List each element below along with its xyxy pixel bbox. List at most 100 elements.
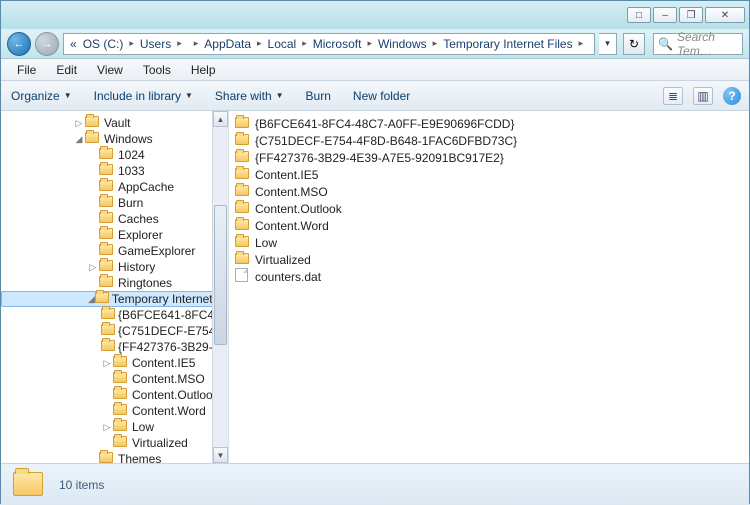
file-name: {FF427376-3B29-4E39-A7E5-92091BC917E2} <box>255 151 504 165</box>
tree-item[interactable]: ◢Temporary Internet Files <box>1 291 228 307</box>
views-button[interactable]: ≣ <box>663 87 683 105</box>
help-button[interactable]: ? <box>723 87 741 105</box>
tree-item[interactable]: ▷Vault <box>1 115 228 131</box>
address-bar[interactable]: « OS (C:)▸ Users▸ ▸ AppData▸ Local▸ Micr… <box>63 33 595 55</box>
file-icon <box>235 268 251 285</box>
file-item[interactable]: Content.Word <box>235 217 743 234</box>
tree-item[interactable]: {C751DECF-E754-4F8D- <box>1 323 228 339</box>
tree-item[interactable]: GameExplorer <box>1 243 228 259</box>
breadcrumb[interactable]: Local <box>266 37 299 51</box>
folder-icon <box>99 276 115 290</box>
command-bar: Organize▼ Include in library▼ Share with… <box>1 81 749 111</box>
preview-pane-button[interactable]: ▥ <box>693 87 713 105</box>
include-library-button[interactable]: Include in library▼ <box>92 85 195 107</box>
refresh-button[interactable]: ↻ <box>623 33 645 55</box>
breadcrumb[interactable]: Temporary Internet Files <box>441 37 574 51</box>
breadcrumb[interactable]: Microsoft <box>311 37 364 51</box>
tree-item[interactable]: ◢ Windows <box>1 131 228 147</box>
tree-item[interactable]: 1033 <box>1 163 228 179</box>
menu-view[interactable]: View <box>87 60 133 80</box>
breadcrumb[interactable]: AppData <box>202 37 253 51</box>
tree-item[interactable]: Content.Outlook <box>1 387 228 403</box>
new-folder-button[interactable]: New folder <box>351 85 412 107</box>
forward-button[interactable]: → <box>35 32 59 56</box>
file-item[interactable]: Content.IE5 <box>235 166 743 183</box>
tree-item[interactable]: Caches <box>1 211 228 227</box>
tree-item[interactable]: Content.Word <box>1 403 228 419</box>
breadcrumb-chevron[interactable]: « <box>68 37 79 51</box>
tree-item[interactable]: AppCache <box>1 179 228 195</box>
tree-item[interactable]: Ringtones <box>1 275 228 291</box>
tree-item[interactable]: ▷Low <box>1 419 228 435</box>
expand-icon[interactable]: ◢ <box>88 294 95 305</box>
search-icon: 🔍 <box>658 37 673 51</box>
scroll-down-button[interactable]: ▼ <box>213 447 228 463</box>
minimize-other-button[interactable]: □ <box>627 7 651 23</box>
nav-bar: ← → « OS (C:)▸ Users▸ ▸ AppData▸ Local▸ … <box>1 29 749 59</box>
navigation-tree[interactable]: ▷Vault ◢ Windows 10241033AppCache BurnCaches… <box>1 111 229 463</box>
folder-icon <box>99 452 115 463</box>
tree-item[interactable]: Burn <box>1 195 228 211</box>
tree-item-label: 1024 <box>118 148 145 162</box>
folder-icon <box>113 388 129 402</box>
tree-item[interactable]: 1024 <box>1 147 228 163</box>
breadcrumb[interactable]: Users <box>138 37 173 51</box>
tree-item[interactable]: Content.MSO <box>1 371 228 387</box>
tree-item-label: Burn <box>118 196 143 210</box>
chevron-right-icon: ▸ <box>577 38 586 49</box>
tree-item-label: Ringtones <box>118 276 172 290</box>
menu-file[interactable]: File <box>7 60 46 80</box>
folder-icon <box>99 260 115 274</box>
menu-tools[interactable]: Tools <box>133 60 181 80</box>
file-item[interactable]: counters.dat <box>235 268 743 285</box>
minimize-button[interactable]: – <box>653 7 677 23</box>
file-name: Content.IE5 <box>255 168 318 182</box>
expand-icon[interactable]: ▷ <box>73 118 85 129</box>
tree-item-label: Windows <box>104 132 153 146</box>
chevron-right-icon: ▸ <box>300 38 309 49</box>
breadcrumb[interactable]: Windows <box>376 37 429 51</box>
address-dropdown[interactable]: ▾ <box>599 33 617 55</box>
scroll-thumb[interactable] <box>214 205 227 345</box>
tree-item[interactable]: Virtualized <box>1 435 228 451</box>
breadcrumb[interactable]: OS (C:) <box>81 37 126 51</box>
folder-icon <box>235 236 251 250</box>
tree-item[interactable]: Explorer <box>1 227 228 243</box>
expand-icon[interactable]: ◢ <box>73 134 85 145</box>
file-item[interactable]: Virtualized <box>235 251 743 268</box>
tree-item[interactable]: ▷History <box>1 259 228 275</box>
tree-item[interactable]: Themes <box>1 451 228 463</box>
menu-help[interactable]: Help <box>181 60 226 80</box>
folder-icon <box>235 202 251 216</box>
details-pane: 10 items <box>1 463 749 505</box>
file-item[interactable]: Content.Outlook <box>235 200 743 217</box>
close-button[interactable]: ✕ <box>705 7 745 23</box>
tree-item-label: AppCache <box>118 180 174 194</box>
expand-icon[interactable]: ▷ <box>101 422 113 433</box>
file-item[interactable]: {FF427376-3B29-4E39-A7E5-92091BC917E2} <box>235 149 743 166</box>
maximize-button[interactable]: ❐ <box>679 7 703 23</box>
scroll-up-button[interactable]: ▲ <box>213 111 228 127</box>
file-item[interactable]: Content.MSO <box>235 183 743 200</box>
tree-scrollbar[interactable]: ▲ ▼ <box>212 111 228 463</box>
file-name: Content.Word <box>255 219 329 233</box>
file-list[interactable]: {B6FCE641-8FC4-48C7-A0FF-E9E90696FCDD}{C… <box>229 111 749 463</box>
organize-button[interactable]: Organize▼ <box>9 85 74 107</box>
expand-icon[interactable]: ▷ <box>101 358 113 369</box>
tree-item-label: Content.IE5 <box>132 356 195 370</box>
folder-icon <box>235 185 251 199</box>
tree-item[interactable]: {B6FCE641-8FC4-48C7-A <box>1 307 228 323</box>
file-item[interactable]: Low <box>235 234 743 251</box>
share-with-button[interactable]: Share with▼ <box>213 85 286 107</box>
folder-icon <box>99 228 115 242</box>
menu-edit[interactable]: Edit <box>46 60 87 80</box>
tree-item[interactable]: {FF427376-3B29-4E39-A <box>1 339 228 355</box>
folder-icon <box>113 356 129 370</box>
file-item[interactable]: {C751DECF-E754-4F8D-B648-1FAC6DFBD73C} <box>235 132 743 149</box>
search-input[interactable]: 🔍 Search Tem… <box>653 33 743 55</box>
burn-button[interactable]: Burn <box>304 85 333 107</box>
file-item[interactable]: {B6FCE641-8FC4-48C7-A0FF-E9E90696FCDD} <box>235 115 743 132</box>
back-button[interactable]: ← <box>7 32 31 56</box>
tree-item[interactable]: ▷ Content.IE5 <box>1 355 228 371</box>
expand-icon[interactable]: ▷ <box>87 262 99 273</box>
